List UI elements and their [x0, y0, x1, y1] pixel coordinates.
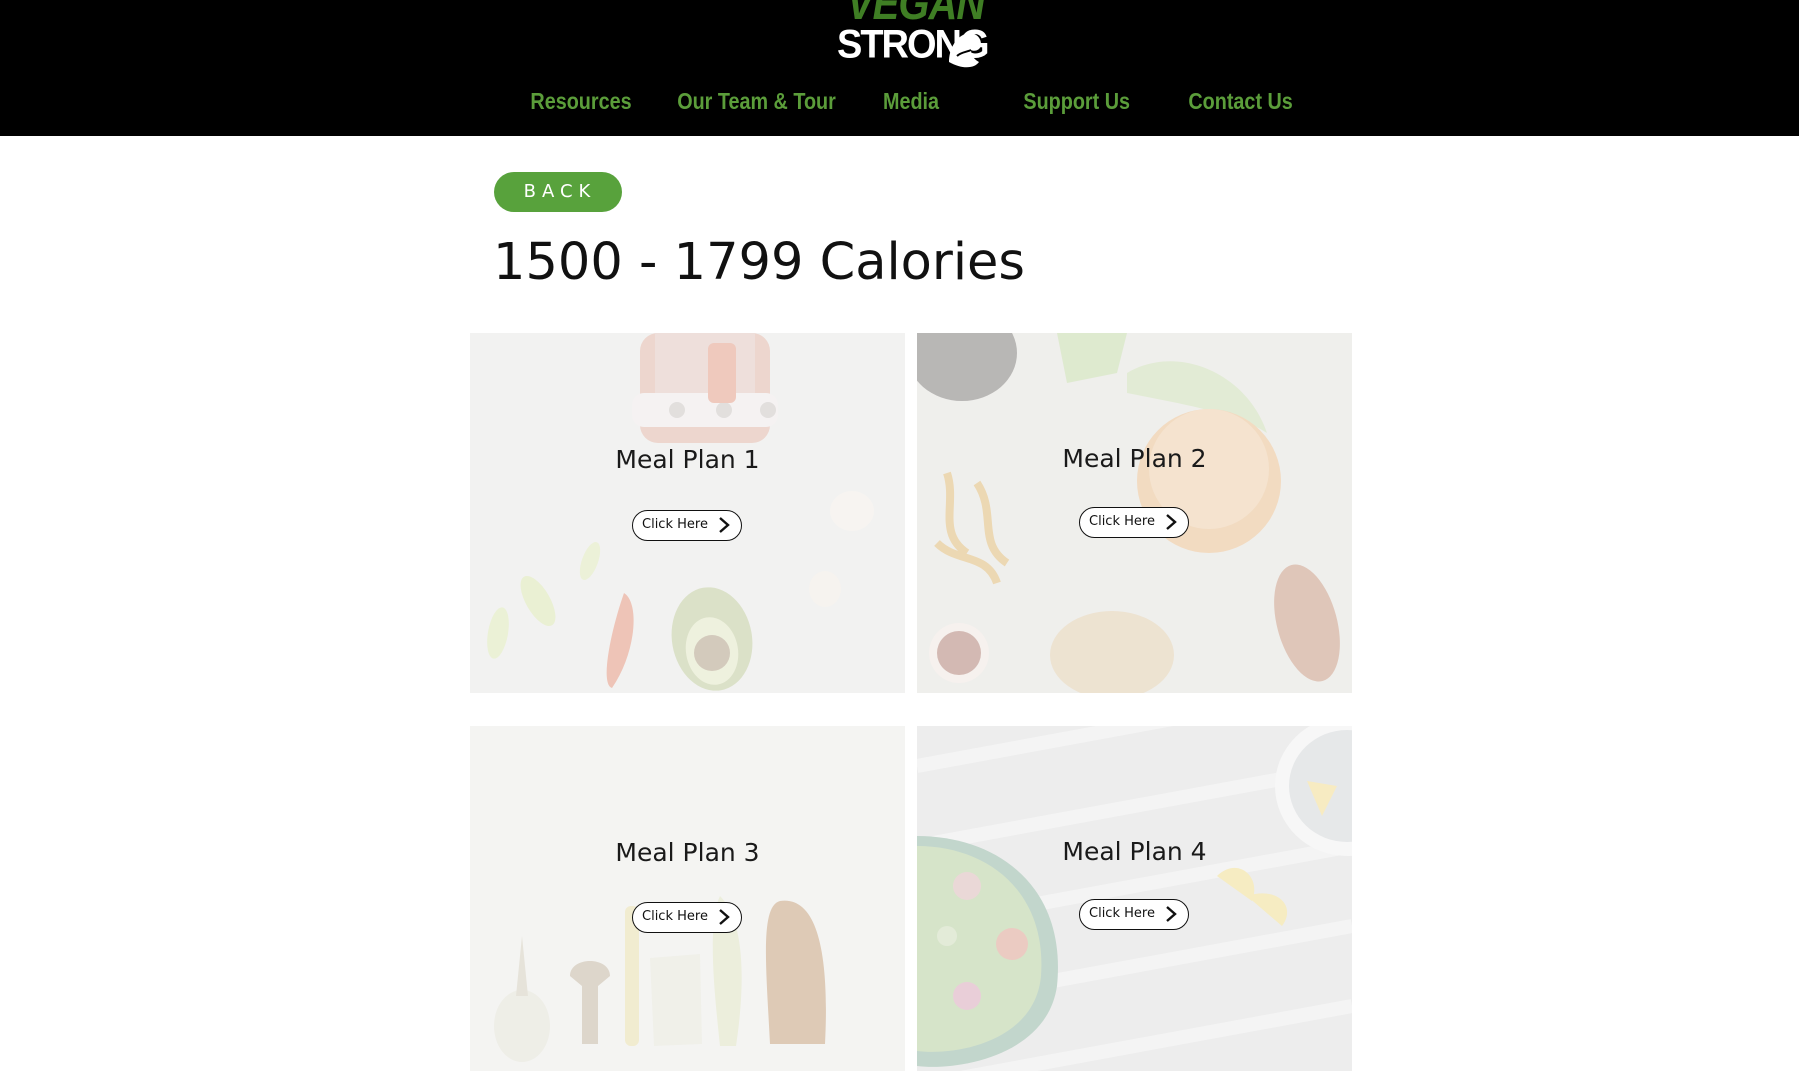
click-here-label: Click Here	[1089, 514, 1155, 529]
back-button[interactable]: BACK	[494, 172, 622, 212]
click-here-button[interactable]: Click Here	[632, 902, 742, 933]
click-here-button[interactable]: Click Here	[632, 510, 742, 541]
chevron-right-icon	[719, 517, 730, 533]
card-title: Meal Plan 1	[615, 445, 760, 474]
click-here-label: Click Here	[1089, 906, 1155, 921]
click-here-button[interactable]: Click Here	[1079, 899, 1189, 930]
flexed-arm-icon	[949, 33, 981, 68]
card-title: Meal Plan 4	[1062, 837, 1207, 866]
card-title: Meal Plan 3	[615, 838, 760, 867]
nav-item-support-us[interactable]: Support Us	[1023, 82, 1130, 120]
click-here-label: Click Here	[642, 909, 708, 924]
vegetables-lineup-image	[470, 726, 905, 1071]
card-title: Meal Plan 2	[1062, 444, 1207, 473]
chevron-right-icon	[1166, 514, 1177, 530]
logo-bottom-text: STRONG	[837, 22, 990, 68]
nav-item-resources[interactable]: Resources	[529, 82, 632, 120]
chevron-right-icon	[1166, 906, 1177, 922]
click-here-label: Click Here	[642, 517, 708, 532]
meal-plan-card-2: Meal Plan 2 Click Here	[917, 333, 1352, 693]
nav-item-our-team-tour[interactable]: Our Team & Tour	[677, 82, 836, 120]
main-nav: Resources Our Team & Tour Media Support …	[0, 82, 1799, 120]
site-header: VEGAN STRONG Resources Our Team & Tour M…	[0, 0, 1799, 136]
page-title: 1500 - 1799 Calories	[493, 233, 1025, 292]
click-here-button[interactable]: Click Here	[1079, 507, 1189, 538]
meal-plan-card-4: Meal Plan 4 Click Here	[917, 726, 1352, 1071]
nav-item-media[interactable]: Media	[868, 82, 954, 120]
meal-plan-card-1: Meal Plan 1 Click Here	[470, 333, 905, 693]
chevron-right-icon	[719, 909, 730, 925]
vegan-strong-logo[interactable]: VEGAN STRONG	[833, 0, 990, 70]
meal-plan-card-3: Meal Plan 3 Click Here	[470, 726, 905, 1071]
nav-item-contact-us[interactable]: Contact Us	[1188, 82, 1292, 120]
